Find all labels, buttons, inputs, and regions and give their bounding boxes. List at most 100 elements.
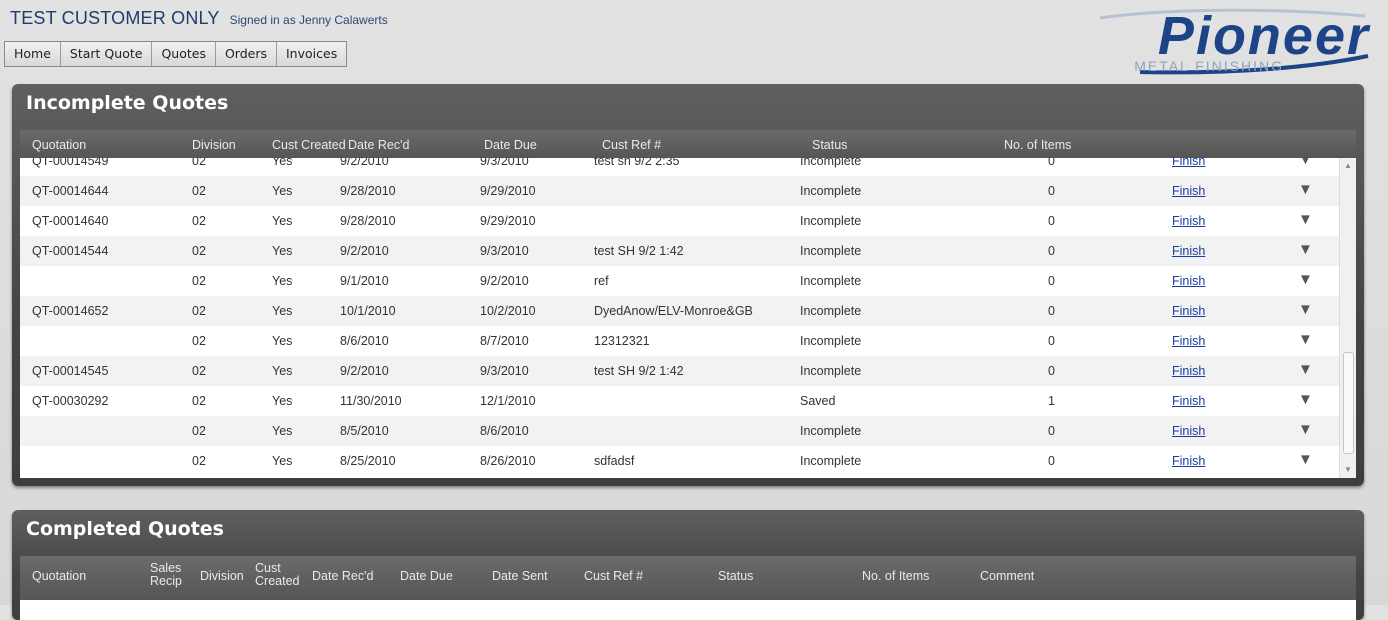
col-cust-ref[interactable]: Cust Ref # xyxy=(602,138,661,152)
col-division[interactable]: Division xyxy=(200,570,244,583)
cell-items: 0 xyxy=(1048,424,1055,438)
cell-items: 0 xyxy=(1048,244,1055,258)
col-items[interactable]: No. of Items xyxy=(1004,138,1071,152)
table-row[interactable]: QT-00014549 02 Yes 9/2/2010 9/3/2010 test sh … xyxy=(20,158,1356,176)
col-quotation[interactable]: Quotation xyxy=(32,570,86,583)
col-quotation[interactable]: Quotation xyxy=(32,138,86,152)
table-row[interactable]: QT-00014544 02 Yes 9/2/2010 9/3/2010 test SH … xyxy=(20,236,1356,266)
cell-items: 0 xyxy=(1048,364,1055,378)
row-menu-arrow-icon[interactable]: ▼ xyxy=(1298,301,1313,318)
finish-link[interactable]: Finish xyxy=(1172,304,1205,318)
col-status[interactable]: Status xyxy=(718,570,753,583)
col-items[interactable]: No. of Items xyxy=(862,570,929,583)
main-nav: Home Start Quote Quotes Orders Invoices xyxy=(4,41,348,67)
col-cust-created[interactable]: Cust Created xyxy=(255,562,299,588)
row-menu-arrow-icon[interactable]: ▼ xyxy=(1298,361,1313,378)
cell-status: Incomplete xyxy=(800,334,862,348)
cell-quotation: QT-00014545 xyxy=(32,364,109,378)
finish-link[interactable]: Finish xyxy=(1172,454,1205,468)
cell-status: Incomplete xyxy=(800,424,862,438)
cell-quotation: QT-00030292 xyxy=(32,394,109,408)
cell-quotation: QT-00014640 xyxy=(32,214,109,228)
cell-division: 02 xyxy=(192,274,206,288)
cell-cust-created: Yes xyxy=(272,244,293,258)
scroll-up-icon[interactable]: ▲ xyxy=(1340,158,1356,174)
cell-date-recd: 9/28/2010 xyxy=(340,214,396,228)
row-menu-arrow-icon[interactable]: ▼ xyxy=(1298,211,1313,228)
row-menu-arrow-icon[interactable]: ▼ xyxy=(1298,181,1313,198)
cell-date-recd: 10/1/2010 xyxy=(340,304,396,318)
col-date-due[interactable]: Date Due xyxy=(484,138,537,152)
col-date-sent[interactable]: Date Sent xyxy=(492,570,548,583)
scroll-thumb[interactable] xyxy=(1343,352,1354,454)
finish-link[interactable]: Finish xyxy=(1172,244,1205,258)
col-cust-ref[interactable]: Cust Ref # xyxy=(584,570,643,583)
nav-start-quote[interactable]: Start Quote xyxy=(60,42,153,66)
finish-link[interactable]: Finish xyxy=(1172,214,1205,228)
finish-link[interactable]: Finish xyxy=(1172,334,1205,348)
col-division[interactable]: Division xyxy=(192,138,236,152)
table-row[interactable]: QT-00014644 02 Yes 9/28/2010 9/29/2010 Incomp… xyxy=(20,176,1356,206)
col-date-due[interactable]: Date Due xyxy=(400,570,453,583)
table-row[interactable]: QT-00030292 02 Yes 11/30/2010 12/1/2010 Saved… xyxy=(20,386,1356,416)
nav-home[interactable]: Home xyxy=(5,42,61,66)
nav-invoices[interactable]: Invoices xyxy=(277,42,347,66)
table-row[interactable]: 02 Yes 9/1/2010 9/2/2010 ref Incomplete 0 Finis… xyxy=(20,266,1356,296)
cell-division: 02 xyxy=(192,454,206,468)
cell-division: 02 xyxy=(192,364,206,378)
finish-link[interactable]: Finish xyxy=(1172,364,1205,378)
cell-date-due: 9/3/2010 xyxy=(480,244,529,258)
scroll-down-icon[interactable]: ▼ xyxy=(1340,462,1356,478)
cell-division: 02 xyxy=(192,158,206,168)
finish-link[interactable]: Finish xyxy=(1172,274,1205,288)
cell-cust-created: Yes xyxy=(272,184,293,198)
row-menu-arrow-icon[interactable]: ▼ xyxy=(1298,451,1313,468)
cell-date-recd: 9/2/2010 xyxy=(340,364,389,378)
cell-items: 0 xyxy=(1048,454,1055,468)
col-status[interactable]: Status xyxy=(812,138,847,152)
finish-link[interactable]: Finish xyxy=(1172,184,1205,198)
table-row[interactable]: 02 Yes 8/6/2010 8/7/2010 12312321 Incomplete 0… xyxy=(20,326,1356,356)
cell-division: 02 xyxy=(192,184,206,198)
cell-cust-created: Yes xyxy=(272,214,293,228)
cell-division: 02 xyxy=(192,214,206,228)
row-menu-arrow-icon[interactable]: ▼ xyxy=(1298,271,1313,288)
col-comment[interactable]: Comment xyxy=(980,570,1034,583)
cell-cust-created: Yes xyxy=(272,424,293,438)
completed-quotes-panel: Completed Quotes Quotation Sales Recip D… xyxy=(12,510,1364,620)
table-row[interactable]: 02 Yes 8/25/2010 8/26/2010 sdfadsf Incomplete… xyxy=(20,446,1356,476)
cell-date-recd: 9/1/2010 xyxy=(340,274,389,288)
incomplete-table-header: Quotation Division Cust Created Date Rec… xyxy=(20,130,1356,158)
cell-status: Incomplete xyxy=(800,158,862,168)
cell-items: 0 xyxy=(1048,158,1055,168)
pioneer-logo: Pioneer METAL FINISHING xyxy=(1080,6,1370,76)
cell-date-due: 8/6/2010 xyxy=(480,424,529,438)
cell-quotation: QT-00014652 xyxy=(32,304,109,318)
col-sales-recip[interactable]: Sales Recip xyxy=(150,562,182,588)
finish-link[interactable]: Finish xyxy=(1172,424,1205,438)
col-sales-recip-line1: Sales xyxy=(150,561,182,575)
vertical-scrollbar[interactable]: ▲ ▼ xyxy=(1339,158,1356,478)
row-menu-arrow-icon[interactable]: ▼ xyxy=(1298,331,1313,348)
cell-date-due: 10/2/2010 xyxy=(480,304,536,318)
row-menu-arrow-icon[interactable]: ▼ xyxy=(1298,241,1313,258)
col-date-recd[interactable]: Date Rec'd xyxy=(312,570,373,583)
table-row[interactable]: 02 Yes 8/5/2010 8/6/2010 Incomplete 0 Finish ▼ xyxy=(20,416,1356,446)
cell-division: 02 xyxy=(192,304,206,318)
table-row[interactable]: QT-00014545 02 Yes 9/2/2010 9/3/2010 test SH … xyxy=(20,356,1356,386)
cell-date-recd: 8/6/2010 xyxy=(340,334,389,348)
cell-items: 1 xyxy=(1048,394,1055,408)
row-menu-arrow-icon[interactable]: ▼ xyxy=(1298,158,1313,168)
finish-link[interactable]: Finish xyxy=(1172,394,1205,408)
nav-orders[interactable]: Orders xyxy=(215,42,277,66)
nav-quotes[interactable]: Quotes xyxy=(152,42,216,66)
table-row[interactable]: QT-00014640 02 Yes 9/28/2010 9/29/2010 Incomp… xyxy=(20,206,1356,236)
table-row[interactable]: QT-00014652 02 Yes 10/1/2010 10/2/2010 DyedAn… xyxy=(20,296,1356,326)
col-date-recd[interactable]: Date Rec'd xyxy=(348,138,409,152)
finish-link[interactable]: Finish xyxy=(1172,158,1205,168)
incomplete-rows: QT-00014549 02 Yes 9/2/2010 9/3/2010 test sh … xyxy=(20,158,1356,476)
col-cust-created[interactable]: Cust Created xyxy=(272,138,346,152)
row-menu-arrow-icon[interactable]: ▼ xyxy=(1298,391,1313,408)
cell-cust-ref: test SH 9/2 1:42 xyxy=(594,244,684,258)
row-menu-arrow-icon[interactable]: ▼ xyxy=(1298,421,1313,438)
